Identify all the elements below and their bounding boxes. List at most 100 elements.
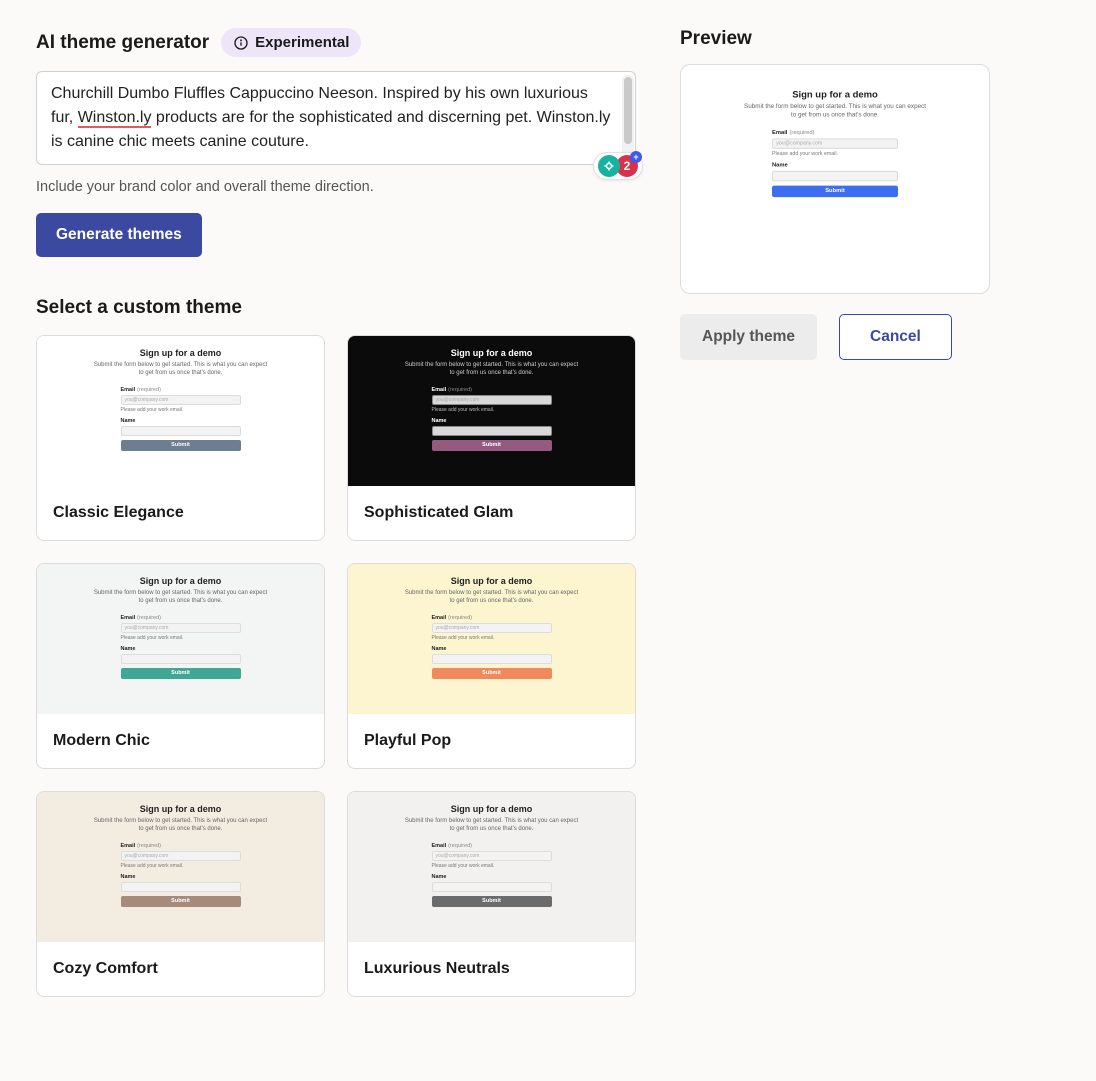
theme-preview: Sign up for a demo Submit the form below… xyxy=(348,564,635,714)
page-title: AI theme generator xyxy=(36,32,209,54)
theme-name: Modern Chic xyxy=(37,714,324,768)
mini-name-input xyxy=(432,654,552,664)
info-icon xyxy=(233,35,249,51)
mini-email-input: you@company.com xyxy=(121,395,241,405)
mini-email-hint: Please add your work email. xyxy=(121,407,241,413)
prompt-textarea[interactable]: Churchill Dumbo Fluffles Cappuccino Nees… xyxy=(36,71,636,165)
mini-title: Sign up for a demo xyxy=(714,89,956,100)
experimental-badge: Experimental xyxy=(221,28,361,57)
mini-subtitle: Submit the form below to get started. Th… xyxy=(714,104,956,120)
prompt-text: Churchill Dumbo Fluffles Cappuccino Nees… xyxy=(51,82,611,154)
mini-required: (required) xyxy=(137,387,161,393)
mini-email-hint: Please add your work email. xyxy=(432,863,552,869)
mini-email-label: Email xyxy=(121,615,136,621)
theme-preview: Sign up for a demo Submit the form below… xyxy=(697,77,973,192)
mini-email-label: Email xyxy=(121,843,136,849)
mini-email-input: you@company.com xyxy=(432,623,552,633)
mini-title: Sign up for a demo xyxy=(66,348,296,358)
mini-email-input: you@company.com xyxy=(432,395,552,405)
theme-preview: Sign up for a demo Submit the form below… xyxy=(37,564,324,714)
generate-themes-button[interactable]: Generate themes xyxy=(36,213,202,257)
mini-email-label: Email xyxy=(432,615,447,621)
mini-name-input xyxy=(121,654,241,664)
plus-icon: + xyxy=(630,151,642,163)
mini-name-label: Name xyxy=(772,162,788,168)
theme-card[interactable]: Sign up for a demo Submit the form below… xyxy=(347,791,636,997)
mini-submit-button: Submit xyxy=(432,896,552,907)
theme-card[interactable]: Sign up for a demo Submit the form below… xyxy=(347,563,636,769)
mini-email-input: you@company.com xyxy=(432,851,552,861)
mini-submit-button: Submit xyxy=(121,668,241,679)
preview-title: Preview xyxy=(680,28,990,50)
mini-email-input: you@company.com xyxy=(121,851,241,861)
theme-card[interactable]: Sign up for a demo Submit the form below… xyxy=(36,563,325,769)
mini-email-hint: Please add your work email. xyxy=(432,407,552,413)
mini-name-input xyxy=(432,882,552,892)
mini-subtitle: Submit the form below to get started. Th… xyxy=(66,818,296,834)
spellcheck-underline: Winston.ly xyxy=(78,109,152,128)
mini-submit-button: Submit xyxy=(432,440,552,451)
mini-name-input xyxy=(121,882,241,892)
theme-name: Luxurious Neutrals xyxy=(348,942,635,996)
select-theme-title: Select a custom theme xyxy=(36,297,636,319)
theme-card[interactable]: Sign up for a demo Submit the form below… xyxy=(347,335,636,541)
mini-title: Sign up for a demo xyxy=(377,348,607,358)
mini-name-input xyxy=(121,426,241,436)
mini-name-input xyxy=(772,170,898,181)
mini-email-label: Email xyxy=(121,387,136,393)
theme-name: Cozy Comfort xyxy=(37,942,324,996)
mini-required: (required) xyxy=(137,615,161,621)
apply-theme-button[interactable]: Apply theme xyxy=(680,314,817,360)
mini-title: Sign up for a demo xyxy=(377,576,607,586)
check-icon xyxy=(598,155,620,177)
theme-name: Sophisticated Glam xyxy=(348,486,635,540)
theme-preview: Sign up for a demo Submit the form below… xyxy=(348,792,635,942)
badge-label: Experimental xyxy=(255,34,349,51)
mini-name-label: Name xyxy=(121,874,136,880)
mini-name-label: Name xyxy=(432,418,447,424)
theme-preview: Sign up for a demo Submit the form below… xyxy=(37,336,324,486)
theme-name: Classic Elegance xyxy=(37,486,324,540)
mini-required: (required) xyxy=(448,387,472,393)
theme-preview: Sign up for a demo Submit the form below… xyxy=(348,336,635,486)
preview-panel: Sign up for a demo Submit the form below… xyxy=(680,64,990,294)
mini-email-label: Email xyxy=(432,843,447,849)
mini-title: Sign up for a demo xyxy=(66,804,296,814)
mini-subtitle: Submit the form below to get started. Th… xyxy=(66,362,296,378)
theme-preview: Sign up for a demo Submit the form below… xyxy=(37,792,324,942)
grammar-pill[interactable]: 2 + xyxy=(593,152,643,180)
mini-required: (required) xyxy=(448,843,472,849)
mini-email-hint: Please add your work email. xyxy=(432,635,552,641)
mini-email-input: you@company.com xyxy=(121,623,241,633)
mini-submit-button: Submit xyxy=(772,185,898,197)
prompt-hint: Include your brand color and overall the… xyxy=(36,179,636,195)
mini-title: Sign up for a demo xyxy=(377,804,607,814)
mini-subtitle: Submit the form below to get started. Th… xyxy=(66,590,296,606)
theme-card[interactable]: Sign up for a demo Submit the form below… xyxy=(36,791,325,997)
mini-name-input xyxy=(432,426,552,436)
cancel-button[interactable]: Cancel xyxy=(839,314,952,360)
mini-submit-button: Submit xyxy=(432,668,552,679)
mini-name-label: Name xyxy=(432,646,447,652)
theme-name: Playful Pop xyxy=(348,714,635,768)
mini-email-label: Email xyxy=(432,387,447,393)
mini-email-input: you@company.com xyxy=(772,138,898,149)
theme-card[interactable]: Sign up for a demo Submit the form below… xyxy=(36,335,325,541)
mini-required: (required) xyxy=(789,130,814,136)
scrollbar[interactable] xyxy=(622,75,634,161)
mini-email-label: Email xyxy=(772,130,787,136)
mini-subtitle: Submit the form below to get started. Th… xyxy=(377,362,607,378)
mini-submit-button: Submit xyxy=(121,440,241,451)
mini-subtitle: Submit the form below to get started. Th… xyxy=(377,590,607,606)
mini-submit-button: Submit xyxy=(121,896,241,907)
mini-email-hint: Please add your work email. xyxy=(121,863,241,869)
mini-required: (required) xyxy=(448,615,472,621)
mini-name-label: Name xyxy=(121,418,136,424)
mini-email-hint: Please add your work email. xyxy=(772,151,898,157)
mini-name-label: Name xyxy=(121,646,136,652)
mini-email-hint: Please add your work email. xyxy=(121,635,241,641)
mini-subtitle: Submit the form below to get started. Th… xyxy=(377,818,607,834)
mini-required: (required) xyxy=(137,843,161,849)
mini-title: Sign up for a demo xyxy=(66,576,296,586)
mini-name-label: Name xyxy=(432,874,447,880)
